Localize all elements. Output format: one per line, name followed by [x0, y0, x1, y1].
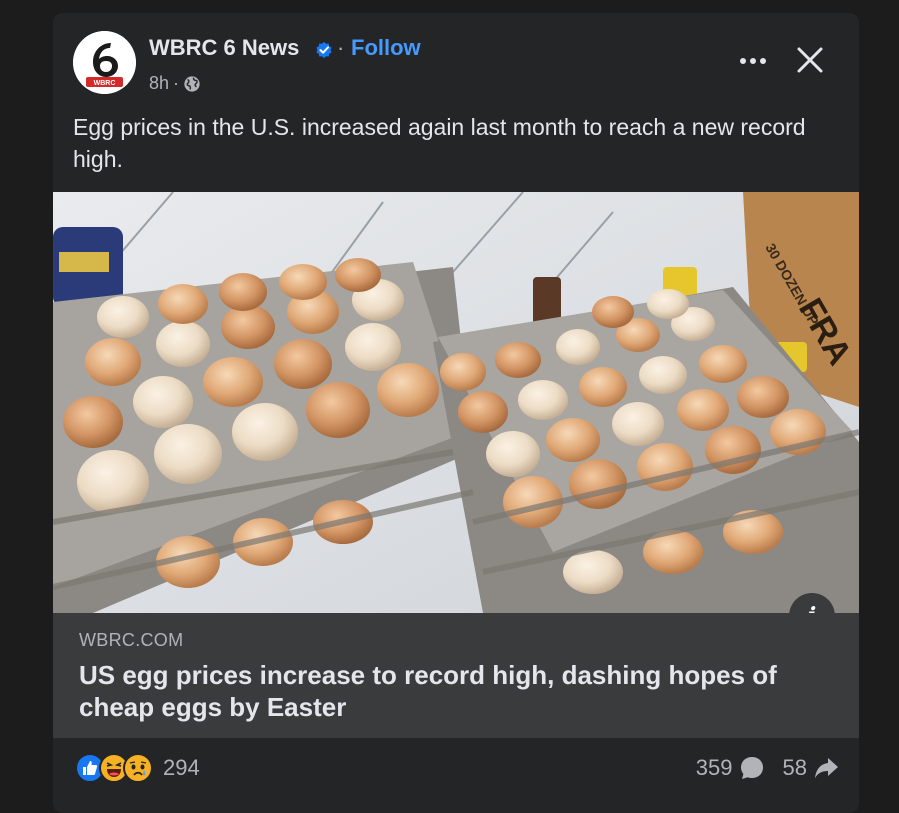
comment-icon[interactable] — [739, 755, 765, 781]
link-title[interactable]: US egg prices increase to record high, d… — [79, 659, 819, 723]
reactions-summary[interactable]: 294 — [75, 753, 200, 783]
link-preview[interactable]: WBRC.COM US egg prices increase to recor… — [53, 613, 859, 738]
comments-count[interactable]: 359 — [696, 755, 733, 781]
wbrc-logo: WBRC — [73, 31, 136, 94]
post-card: WBRC WBRC 6 News · Follow 8h · Egg price… — [53, 13, 859, 813]
follow-button[interactable]: Follow — [351, 35, 421, 61]
meta-separator: · — [173, 73, 180, 93]
post-meta: 8h · — [149, 73, 201, 94]
close-icon[interactable] — [793, 43, 827, 77]
link-domain: WBRC.COM — [79, 630, 184, 650]
verified-badge-icon — [316, 41, 332, 59]
sad-reaction-icon — [123, 753, 153, 783]
page-name[interactable]: WBRC 6 News — [149, 35, 299, 61]
header-separator: · — [337, 35, 345, 60]
page-avatar[interactable]: WBRC — [73, 31, 136, 94]
reactions-count: 294 — [163, 755, 200, 780]
post-text: Egg prices in the U.S. increased again l… — [73, 114, 806, 172]
engagement-stats: 359 58 — [696, 755, 839, 781]
globe-icon — [184, 75, 200, 92]
post-time[interactable]: 8h — [149, 73, 169, 94]
eggs-photo-illustration: 30 DOZEN UP FRA — [53, 192, 859, 613]
share-icon[interactable] — [813, 755, 839, 781]
avatar-logo-text: WBRC — [94, 80, 116, 87]
more-options-icon[interactable] — [735, 49, 771, 73]
post-photo[interactable]: 30 DOZEN UP FRA — [53, 192, 859, 613]
shares-count[interactable]: 58 — [783, 755, 807, 781]
